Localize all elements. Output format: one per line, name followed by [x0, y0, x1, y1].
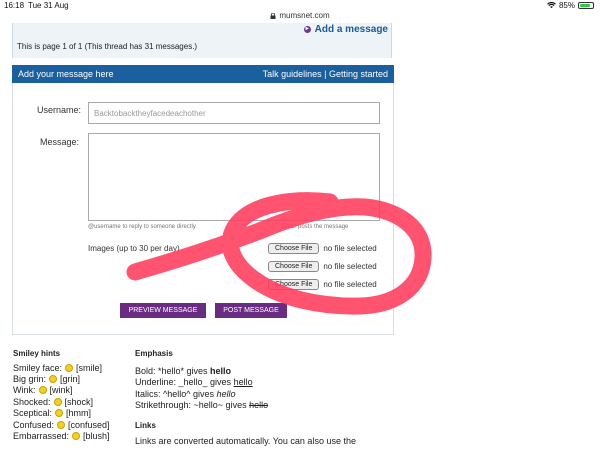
- smiley-row: Confused: [confused]: [13, 419, 128, 430]
- strike-hint: Strikethrough: ~hello~ gives hello: [135, 400, 395, 411]
- url-text: mumsnet.com: [279, 11, 330, 20]
- thread-info: ▸ Add a message This is page 1 of 1 (Thi…: [12, 23, 392, 58]
- hmm-icon[interactable]: [55, 409, 64, 418]
- smiley-row: Shocked: [shock]: [13, 396, 128, 407]
- add-message-label: Add a message: [314, 24, 388, 35]
- links-title: Links: [135, 420, 156, 430]
- file-input-1: Choose File no file selected: [268, 243, 377, 254]
- no-file-text: no file selected: [323, 262, 377, 271]
- file-input-3: Choose File no file selected: [268, 279, 377, 290]
- smiley-code: [confused]: [68, 419, 110, 430]
- battery-level: [580, 4, 590, 7]
- enter-hint: Enter posts the message: [282, 224, 349, 230]
- file-input-2: Choose File no file selected: [268, 261, 377, 272]
- add-message-icon: ▸: [303, 26, 311, 33]
- smiley-label: Sceptical:: [13, 408, 53, 419]
- status-date: Tue 31 Aug: [28, 1, 69, 10]
- page-info: This is page 1 of 1 (This thread has 31 …: [17, 42, 198, 51]
- smiley-row: Smiley face: [smile]: [13, 362, 128, 373]
- guidelines-links[interactable]: Talk guidelines | Getting started: [263, 69, 388, 79]
- italic-prefix: Italics: ^hello^ gives: [135, 388, 217, 399]
- smiley-label: Big grin:: [13, 374, 47, 385]
- no-file-text: no file selected: [323, 244, 377, 253]
- strike-prefix: Strikethrough: ~hello~ gives: [135, 400, 250, 411]
- status-right: 85%: [547, 1, 594, 10]
- underline-hint: Underline: _hello_ gives hello: [135, 377, 395, 388]
- smiley-code: [blush]: [83, 431, 110, 442]
- preview-message-button[interactable]: PREVIEW MESSAGE: [120, 303, 206, 318]
- wifi-icon: [547, 2, 556, 9]
- smiley-code: [smile]: [76, 362, 103, 373]
- choose-file-button[interactable]: Choose File: [268, 279, 320, 290]
- italic-example: hello: [216, 388, 236, 399]
- smiley-code: [grin]: [60, 374, 81, 385]
- images-label: Images (up to 30 per day): [88, 244, 180, 253]
- smiley-row: Wink: [wink]: [13, 385, 128, 396]
- emphasis-title: Emphasis: [135, 349, 173, 358]
- smiley-label: Shocked:: [13, 396, 51, 407]
- wink-icon[interactable]: [38, 386, 47, 395]
- emphasis-hints: Emphasis Bold: *hello* gives hello Under…: [135, 349, 395, 447]
- form-title: Add your message here: [18, 69, 114, 79]
- smile-icon[interactable]: [65, 363, 74, 372]
- mention-hint: @username to reply to someone directly: [88, 224, 196, 230]
- choose-file-button[interactable]: Choose File: [268, 243, 320, 254]
- post-message-button[interactable]: POST MESSAGE: [215, 303, 287, 318]
- url-bar[interactable]: mumsnet.com: [0, 11, 600, 23]
- underline-prefix: Underline: _hello_ gives: [135, 377, 234, 388]
- form-header: Add your message here Talk guidelines | …: [12, 65, 394, 83]
- smiley-code: [wink]: [49, 385, 73, 396]
- underline-example: hello: [233, 377, 253, 388]
- lock-icon: [270, 12, 276, 19]
- links-text: Links are converted automatically. You c…: [135, 435, 356, 446]
- add-message-link[interactable]: ▸ Add a message: [303, 24, 388, 35]
- smiley-label: Confused:: [13, 419, 55, 430]
- italic-hint: Italics: ^hello^ gives hello: [135, 389, 395, 400]
- status-time: 16:18: [4, 1, 25, 10]
- smiley-code: [hmm]: [66, 408, 92, 419]
- smiley-label: Smiley face:: [13, 362, 63, 373]
- strike-example: hello: [249, 400, 269, 411]
- smiley-label: Wink:: [13, 385, 36, 396]
- grin-icon[interactable]: [49, 375, 58, 384]
- username-field[interactable]: Backtobacktheyfacedeachother: [88, 102, 380, 124]
- message-label: Message:: [40, 137, 80, 147]
- battery-icon: [578, 2, 594, 9]
- smiley-code: [shock]: [64, 396, 94, 407]
- smiley-row: Big grin: [grin]: [13, 373, 128, 384]
- smiley-label: Embarrassed:: [13, 431, 70, 442]
- smiley-row: Embarrassed: [blush]: [13, 430, 128, 441]
- blush-icon[interactable]: [72, 432, 81, 441]
- bold-example: hello: [210, 366, 232, 376]
- smiley-row: Sceptical: [hmm]: [13, 408, 128, 419]
- battery-percent: 85%: [558, 1, 575, 10]
- message-textarea[interactable]: [88, 133, 380, 221]
- bold-hint: Bold: *hello* gives hello: [135, 366, 395, 377]
- bold-prefix: Bold: *hello* gives: [135, 366, 211, 376]
- no-file-text: no file selected: [323, 280, 377, 289]
- smiley-title: Smiley hints: [13, 349, 61, 358]
- smiley-hints: Smiley hints Smiley face: [smile] Big gri…: [13, 349, 128, 442]
- choose-file-button[interactable]: Choose File: [268, 261, 320, 272]
- username-label: Username:: [37, 105, 82, 115]
- confused-icon[interactable]: [57, 420, 66, 429]
- shock-icon[interactable]: [53, 397, 62, 406]
